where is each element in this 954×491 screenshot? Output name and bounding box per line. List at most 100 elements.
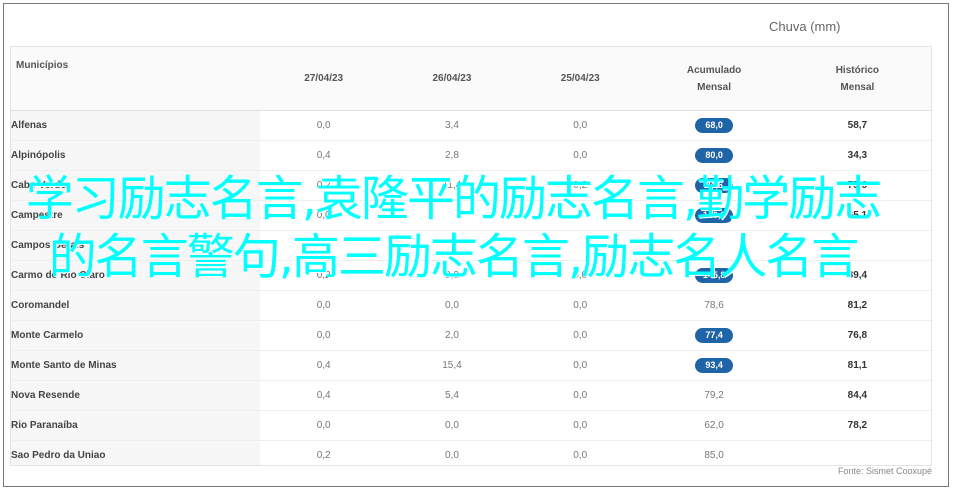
cell-date-2: 0,0: [387, 290, 517, 321]
acumulado-badge: 93,4: [695, 358, 734, 373]
rainfall-table: Municípios 27/04/23 26/04/23 25/04/23 Ac…: [11, 47, 931, 465]
cell-date-2: 15,4: [387, 350, 517, 381]
cell-date-2: 11,4: [387, 170, 517, 201]
table-row[interactable]: Cabo Verde 0,2 11,4 0,2 94,6 75,6: [11, 170, 931, 201]
municipio-name: Cabo Verde: [11, 180, 67, 191]
cell-date-2: 2,8: [387, 140, 517, 171]
acumulado-badge: 140,0: [695, 208, 734, 223]
cell-date-1: 0,0: [259, 410, 388, 441]
cell-date-1: 0,4: [259, 140, 388, 171]
col-header-date-3[interactable]: 25/04/23: [516, 47, 645, 111]
table-row[interactable]: Monte Santo de Minas 0,4 15,4 0,0 93,4 81,1: [11, 350, 931, 381]
cell-date-3: 0,0: [516, 260, 645, 291]
cell-date-3: [516, 200, 645, 231]
cell-date-2: 3,4: [387, 110, 517, 141]
municipio-name: Alpinópolis: [11, 150, 66, 161]
cell-date-3: 0,0: [516, 410, 645, 441]
cell-acumulado: 80,0: [644, 140, 784, 171]
table-row[interactable]: Sao Pedro da Uniao 0,2 0,0 0,0 85,0: [11, 440, 931, 465]
cell-historico: 81,2: [783, 290, 931, 321]
col-header-historico-line1: Histórico: [835, 64, 880, 76]
cell-date-2: 0,0: [387, 410, 517, 441]
municipio-name: Monte Carmelo: [11, 330, 84, 341]
acumulado-value: 79,2: [704, 390, 724, 401]
municipio-name: Rio Paranaíba: [11, 420, 78, 431]
acumulado-value: 78,6: [704, 300, 724, 311]
table-header-row: Municípios 27/04/23 26/04/23 25/04/23 Ac…: [11, 47, 931, 111]
table-row[interactable]: Carmo do Rio Claro 0,2 9,2 0,0 145,8 89,4: [11, 260, 931, 291]
table-row[interactable]: Monte Carmelo 0,0 2,0 0,0 77,4 76,8: [11, 320, 931, 351]
municipio-name: Alfenas: [11, 120, 48, 131]
cell-date-3: 0,0: [516, 440, 645, 465]
cell-date-2: 0,0: [387, 440, 517, 465]
source-credit: Fonte: Sismet Cooxupé: [837, 466, 932, 476]
table-row[interactable]: Campos Gerais: [11, 230, 931, 261]
cell-date-1: 0,2: [259, 440, 388, 465]
municipio-name: Sao Pedro da Uniao: [11, 450, 106, 461]
cell-historico: 58,7: [783, 110, 931, 141]
table-row[interactable]: Nova Resende 0,4 5,4 0,0 79,2 84,4: [11, 380, 931, 411]
cell-historico: 78,2: [783, 410, 931, 441]
cell-acumulado: 78,6: [644, 290, 784, 321]
cell-historico: 76,8: [783, 320, 931, 351]
cell-acumulado: 79,2: [644, 380, 784, 411]
cell-historico: 65,1: [783, 200, 931, 231]
acumulado-value: 62,0: [704, 420, 724, 431]
municipio-name: Monte Santo de Minas: [11, 360, 117, 371]
col-header-acumulado-line2: Mensal: [697, 81, 732, 93]
cell-date-1: 0,0: [259, 110, 388, 141]
cell-municipio: Rio Paranaíba: [11, 410, 260, 441]
cell-municipio: Cabo Verde: [11, 170, 260, 201]
cell-date-1: 0,4: [259, 350, 388, 381]
cell-acumulado: 145,8: [644, 260, 784, 291]
table-row[interactable]: Alfenas 0,0 3,4 0,0 68,0 58,7: [11, 110, 931, 141]
cell-date-3: 0,0: [516, 320, 645, 351]
cell-acumulado: 85,0: [644, 440, 784, 465]
municipio-name: Carmo do Rio Claro: [11, 270, 105, 281]
cell-acumulado: 68,0: [644, 110, 784, 141]
cell-date-2: [387, 200, 517, 231]
col-header-date-1[interactable]: 27/04/23: [259, 47, 388, 111]
cell-acumulado: 94,6: [644, 170, 784, 201]
cell-date-3: 0,0: [516, 380, 645, 411]
table-row[interactable]: Alpinópolis 0,4 2,8 0,0 80,0 34,3: [11, 140, 931, 171]
table-row[interactable]: Rio Paranaíba 0,0 0,0 0,0 62,0 78,2: [11, 410, 931, 441]
rainfall-table-container: Municípios 27/04/23 26/04/23 25/04/23 Ac…: [10, 46, 932, 466]
col-header-historico-line2: Mensal: [840, 81, 875, 93]
cell-municipio: Monte Carmelo: [11, 320, 260, 351]
cell-acumulado: [644, 230, 784, 261]
cell-date-3: 0,0: [516, 350, 645, 381]
acumulado-value: 85,0: [704, 450, 724, 461]
chart-header-title: Chuva (mm): [769, 19, 841, 34]
col-header-acumulado[interactable]: Acumulado Mensal: [644, 47, 784, 111]
acumulado-badge: 68,0: [695, 118, 734, 133]
municipio-name: Nova Resende: [11, 390, 80, 401]
col-header-acumulado-line1: Acumulado: [686, 64, 742, 76]
municipio-name: Coromandel: [11, 300, 70, 311]
cell-municipio: Monte Santo de Minas: [11, 350, 260, 381]
cell-acumulado: 77,4: [644, 320, 784, 351]
cell-historico: [783, 440, 931, 465]
cell-municipio: Nova Resende: [11, 380, 260, 411]
cell-historico: [783, 230, 931, 261]
col-header-date-2[interactable]: 26/04/23: [387, 47, 517, 111]
col-header-historico[interactable]: Histórico Mensal: [783, 47, 931, 111]
table-row[interactable]: Campestre 0,0 140,0 65,1: [11, 200, 931, 231]
table-row[interactable]: Coromandel 0,0 0,0 0,0 78,6 81,2: [11, 290, 931, 321]
cell-historico: 81,1: [783, 350, 931, 381]
col-header-municipios[interactable]: Municípios: [11, 47, 260, 111]
cell-date-1: [259, 230, 388, 261]
cell-acumulado: 62,0: [644, 410, 784, 441]
cell-historico: 89,4: [783, 260, 931, 291]
cell-date-3: 0,0: [516, 290, 645, 321]
cell-date-2: 5,4: [387, 380, 517, 411]
cell-municipio: Coromandel: [11, 290, 260, 321]
municipio-name: Campestre: [11, 210, 63, 221]
cell-municipio: Alpinópolis: [11, 140, 260, 171]
cell-municipio: Sao Pedro da Uniao: [11, 440, 260, 465]
cell-date-1: 0,2: [259, 260, 388, 291]
cell-date-2: 2,0: [387, 320, 517, 351]
acumulado-badge: 77,4: [695, 328, 734, 343]
municipio-name: Campos Gerais: [11, 240, 85, 251]
cell-municipio: Carmo do Rio Claro: [11, 260, 260, 291]
